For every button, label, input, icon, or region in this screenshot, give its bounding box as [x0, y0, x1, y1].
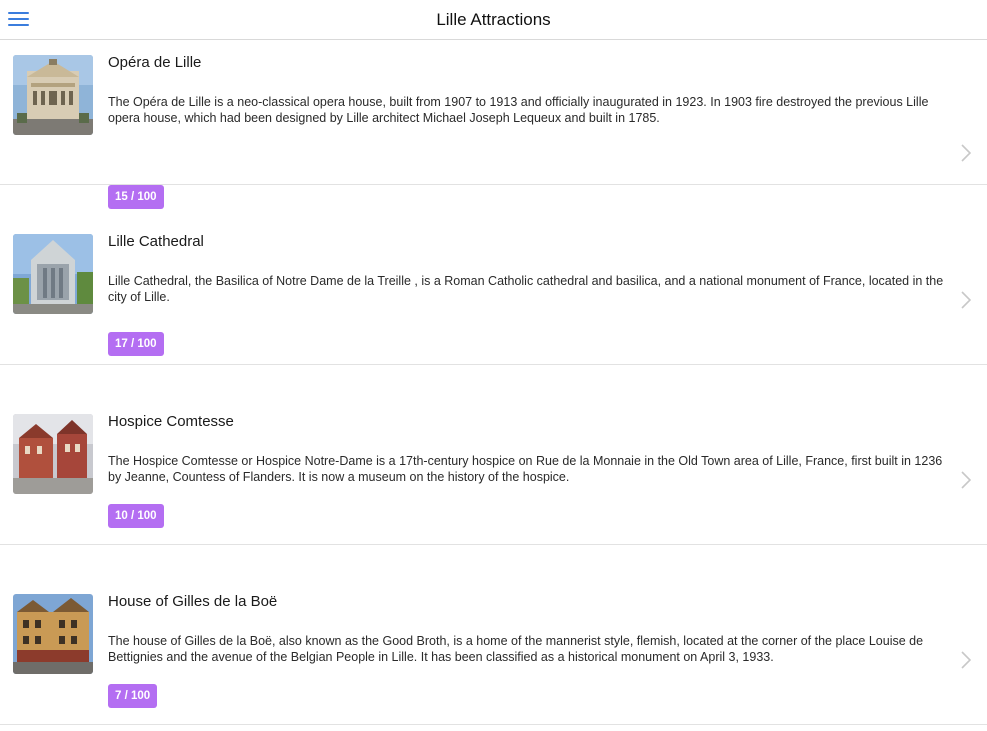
attraction-list: Opéra de Lille The Opéra de Lille is a n…	[0, 40, 987, 725]
house-thumbnail	[13, 594, 93, 674]
attraction-name: Hospice Comtesse	[108, 413, 234, 430]
attraction-description: The Hospice Comtesse or Hospice Notre-Da…	[108, 454, 943, 484]
hospice-thumbnail	[13, 414, 93, 494]
hospice-image	[13, 414, 93, 494]
attraction-item-house[interactable]: House of Gilles de la Boë The house of G…	[0, 545, 987, 725]
hamburger-menu-icon[interactable]	[8, 10, 30, 28]
chevron-right-icon[interactable]	[961, 471, 971, 489]
score-badge: 17 / 100	[108, 332, 164, 356]
attraction-item-hospice[interactable]: Hospice Comtesse The Hospice Comtesse or…	[0, 365, 987, 545]
chevron-right-icon[interactable]	[961, 291, 971, 309]
app-header: Lille Attractions	[0, 0, 987, 40]
score-badge: 7 / 100	[108, 684, 158, 708]
attraction-description: The Opéra de Lille is a neo-classical op…	[108, 95, 929, 125]
score-badge: 10 / 100	[108, 504, 164, 528]
opera-house-image	[13, 55, 93, 135]
page-title: Lille Attractions	[436, 9, 551, 29]
chevron-right-icon[interactable]	[961, 651, 971, 669]
opera-house-thumbnail	[13, 55, 93, 135]
attraction-name: Opéra de Lille	[108, 54, 202, 71]
cathedral-image	[13, 234, 93, 314]
chevron-right-icon[interactable]	[961, 144, 971, 162]
attraction-description: The house of Gilles de la Boë, also know…	[108, 634, 924, 664]
cathedral-thumbnail	[13, 234, 93, 314]
attraction-name: Lille Cathedral	[108, 233, 204, 250]
house-image	[13, 594, 93, 674]
attraction-name: House of Gilles de la Boë	[108, 593, 278, 610]
attraction-description: Lille Cathedral, the Basilica of Notre D…	[108, 274, 944, 304]
attraction-item-opera[interactable]: Opéra de Lille The Opéra de Lille is a n…	[0, 40, 987, 209]
attraction-item-cathedral[interactable]: Lille Cathedral Lille Cathedral, the Bas…	[0, 185, 987, 365]
